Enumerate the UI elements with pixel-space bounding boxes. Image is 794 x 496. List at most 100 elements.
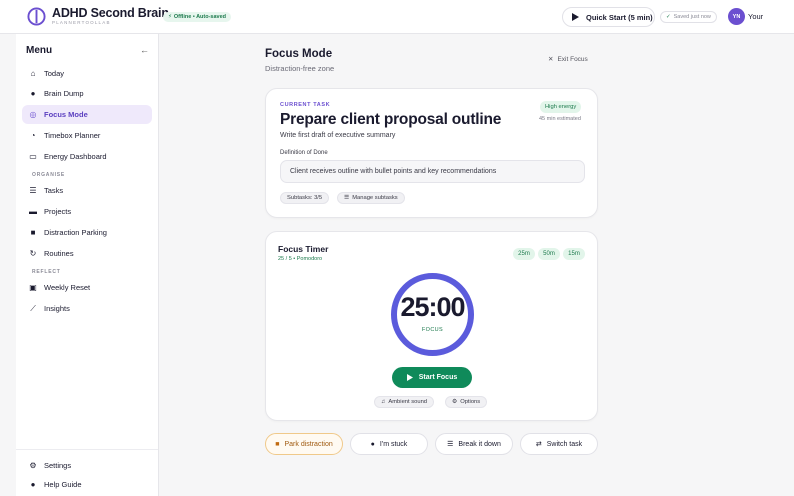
- sidebar-item-today[interactable]: ⌂ Today: [22, 64, 152, 83]
- app-title: ADHD Second Brain: [52, 6, 169, 20]
- user-name[interactable]: Your: [748, 12, 763, 21]
- parking-icon: ■: [30, 227, 36, 237]
- definition-of-done-field[interactable]: Client receives outline with bullet poin…: [280, 160, 585, 183]
- switch-task-button[interactable]: ⇄ Switch task: [520, 433, 598, 455]
- sidebar-item-weekly-reset[interactable]: ▣ Weekly Reset: [22, 278, 152, 297]
- brain-logo-icon: [27, 7, 46, 26]
- help-icon: ●: [30, 479, 36, 489]
- sidebar-item-label: Insights: [44, 304, 70, 313]
- sidebar-item-focus-mode[interactable]: ◎ Focus Mode: [22, 105, 152, 124]
- start-focus-label: Start Focus: [418, 374, 458, 381]
- user-avatar[interactable]: YN: [728, 8, 745, 25]
- offline-status-text: Offline • Auto-saved: [173, 14, 227, 20]
- sidebar-item-distraction-parking[interactable]: ■ Distraction Parking: [22, 223, 152, 242]
- ambient-sound-label: Ambient sound: [388, 399, 428, 405]
- clock-icon: ◔: [30, 130, 36, 140]
- exit-focus-button[interactable]: ✕ Exit Focus: [548, 55, 588, 64]
- sidebar-divider: [16, 449, 158, 450]
- preset-50m-button[interactable]: 50m: [538, 248, 560, 260]
- sidebar-item-label: Brain Dump: [44, 89, 84, 98]
- lightning-icon: ⚡: [168, 14, 172, 20]
- sidebar-item-settings[interactable]: ⚙ Settings: [22, 456, 152, 475]
- sidebar-item-label: Today: [44, 69, 65, 78]
- check-icon: ✓: [666, 14, 671, 20]
- sidebar-item-routines[interactable]: ↻ Routines: [22, 244, 152, 263]
- battery-icon: ▭: [29, 151, 37, 161]
- sidebar-item-label: Weekly Reset: [44, 283, 91, 292]
- sidebar: Menu ← ⌂ Today ● Brain Dump ◎ Focus Mode…: [16, 34, 159, 496]
- list-icon: ☰: [447, 441, 454, 448]
- timer-display: 25:00: [400, 292, 465, 322]
- parking-icon: ■: [275, 440, 280, 448]
- gear-icon: ⚙: [452, 399, 458, 405]
- home-icon: ⌂: [30, 68, 36, 78]
- page-subtitle: Distraction-free zone: [265, 64, 335, 73]
- preset-15m-button[interactable]: 15m: [563, 248, 585, 260]
- saved-text: Saved just now: [673, 14, 711, 20]
- calendar-icon: ▣: [29, 282, 37, 292]
- break-it-down-label: Break it down: [458, 440, 501, 448]
- chart-icon: ⟋: [30, 303, 36, 313]
- sidebar-item-label: Help Guide: [44, 480, 82, 489]
- task-description: Write first draft of executive summary: [280, 132, 396, 139]
- sidebar-item-energy-dashboard[interactable]: ▭ Energy Dashboard: [22, 147, 152, 166]
- quick-start-label: Quick Start (5 min): [586, 12, 653, 22]
- im-stuck-label: I'm stuck: [379, 440, 408, 448]
- list-icon: ☰: [29, 185, 37, 195]
- current-task-label: CURRENT TASK: [280, 102, 331, 108]
- section-label-organise: ORGANISE: [32, 172, 66, 178]
- current-task-card: CURRENT TASK Prepare client proposal out…: [265, 88, 598, 218]
- sidebar-item-label: Projects: [44, 207, 72, 216]
- sidebar-item-help-guide[interactable]: ● Help Guide: [22, 475, 152, 494]
- page-title: Focus Mode: [265, 48, 333, 60]
- time-estimate: 45 min estimated: [539, 116, 581, 122]
- help-icon: ●: [370, 440, 375, 448]
- manage-subtasks-label: Manage subtasks: [352, 195, 398, 201]
- timer-mode-label: FOCUS: [421, 327, 444, 333]
- im-stuck-button[interactable]: ● I'm stuck: [350, 433, 428, 455]
- sidebar-item-label: Settings: [44, 461, 72, 470]
- app-header: ADHD Second Brain PLANNERTOOLLAB ⚡ Offli…: [0, 0, 794, 34]
- swap-icon: ⇄: [535, 441, 542, 448]
- folder-icon: ▬: [29, 206, 37, 216]
- sidebar-item-brain-dump[interactable]: ● Brain Dump: [22, 84, 152, 103]
- close-icon: ✕: [548, 56, 554, 63]
- sidebar-item-insights[interactable]: ⟋ Insights: [22, 299, 152, 318]
- start-focus-button[interactable]: Start Focus: [392, 367, 472, 388]
- sidebar-item-label: Routines: [44, 249, 74, 258]
- sidebar-item-label: Focus Mode: [44, 110, 88, 119]
- exit-focus-label: Exit Focus: [557, 55, 588, 63]
- manage-subtasks-button[interactable]: ☰ Manage subtasks: [337, 192, 405, 204]
- offline-status-badge: ⚡ Offline • Auto-saved: [163, 12, 232, 22]
- break-it-down-button[interactable]: ☰ Break it down: [435, 433, 513, 455]
- play-icon: [406, 374, 413, 381]
- energy-badge: High energy: [540, 101, 582, 113]
- music-note-icon: ♫: [381, 399, 386, 405]
- sidebar-item-tasks[interactable]: ☰ Tasks: [22, 181, 152, 200]
- lightbulb-icon: ●: [30, 88, 36, 98]
- refresh-icon: ↻: [29, 248, 37, 258]
- park-distraction-button[interactable]: ■ Park distraction: [265, 433, 343, 455]
- task-title: Prepare client proposal outline: [280, 111, 502, 128]
- focus-timer-card: Focus Timer 25 / 5 • Pomodoro 25m 50m 15…: [265, 231, 598, 421]
- switch-task-label: Switch task: [546, 440, 583, 448]
- timer-subtitle: 25 / 5 • Pomodoro: [278, 256, 323, 262]
- sidebar-item-projects[interactable]: ▬ Projects: [22, 202, 152, 221]
- quick-start-button[interactable]: Quick Start (5 min): [562, 7, 655, 27]
- play-icon: [572, 13, 579, 21]
- ambient-sound-button[interactable]: ♫ Ambient sound: [374, 396, 435, 408]
- park-distraction-label: Park distraction: [284, 440, 333, 448]
- timer-title: Focus Timer: [278, 244, 329, 254]
- list-icon: ☰: [344, 195, 350, 201]
- timer-options-button[interactable]: ⚙ Options: [445, 396, 488, 408]
- target-icon: ◎: [29, 109, 37, 119]
- sidebar-item-timebox-planner[interactable]: ◔ Timebox Planner: [22, 126, 152, 145]
- collapse-sidebar-icon[interactable]: ←: [140, 45, 149, 55]
- subtasks-progress-chip[interactable]: Subtasks: 3/5: [280, 192, 330, 204]
- timer-options-label: Options: [460, 399, 481, 405]
- menu-title: Menu: [26, 45, 53, 56]
- sidebar-item-label: Timebox Planner: [44, 131, 101, 140]
- saved-indicator: ✓ Saved just now: [660, 11, 717, 23]
- sidebar-item-label: Energy Dashboard: [44, 152, 107, 161]
- preset-25m-button[interactable]: 25m: [513, 248, 535, 260]
